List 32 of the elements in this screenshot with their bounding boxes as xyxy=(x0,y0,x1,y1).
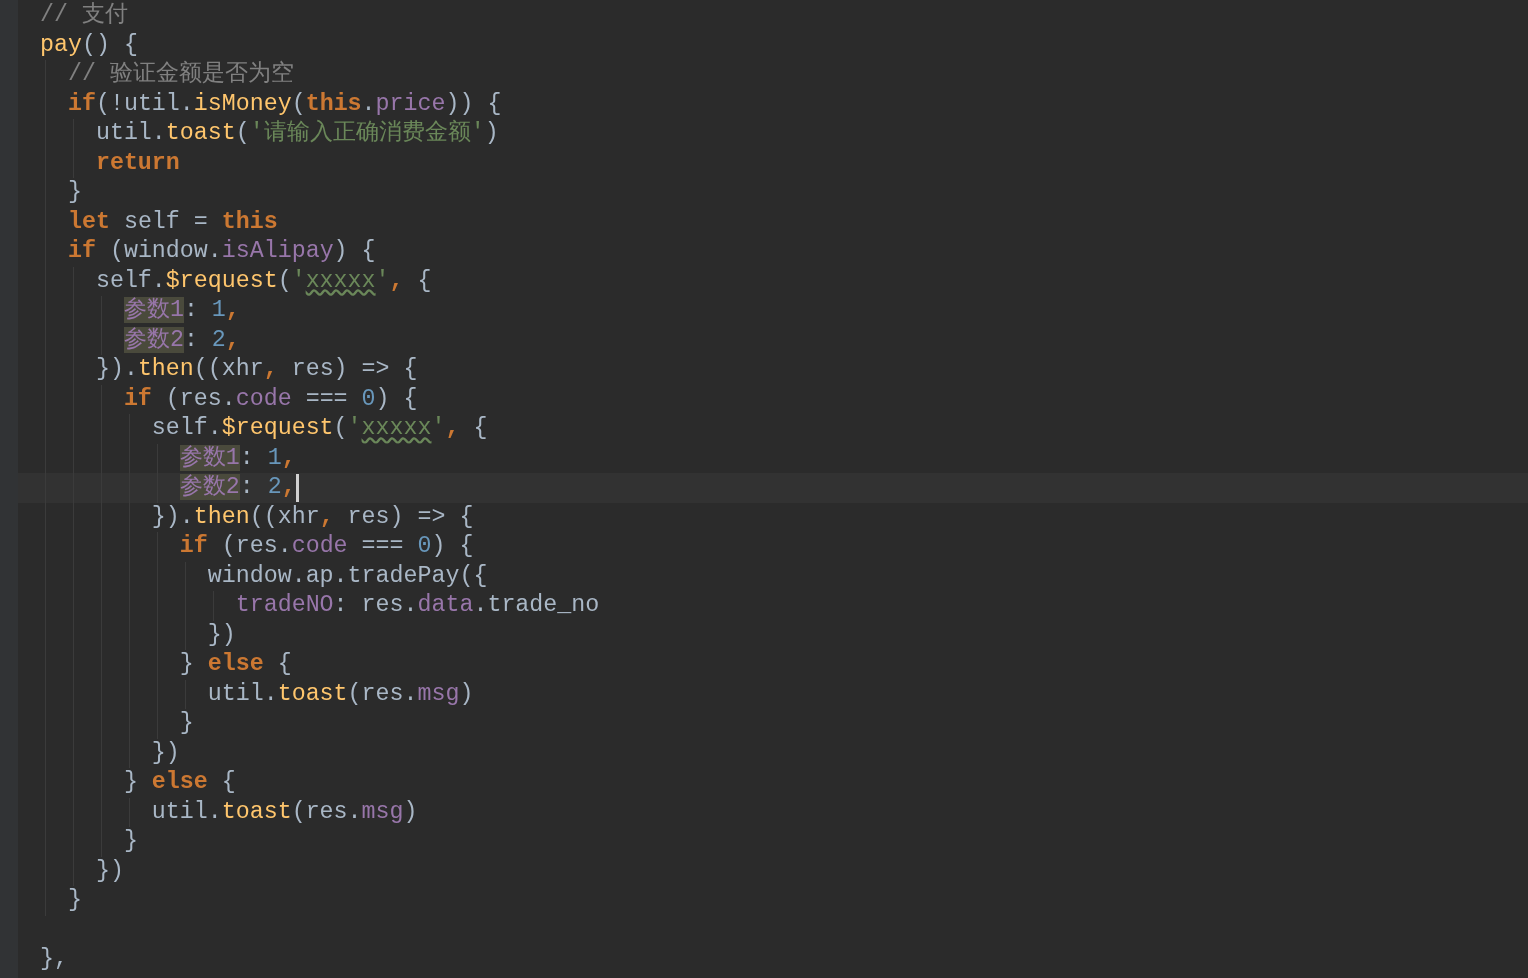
code-line: if (res.code === 0) { xyxy=(122,384,418,414)
code-line: self.$request('xxxxx', { xyxy=(94,266,432,296)
code-line: 参数2: 2, xyxy=(122,325,240,355)
code-line: } else { xyxy=(178,650,292,680)
code-line: util.toast('请输入正确消费金额') xyxy=(94,119,499,149)
code-line: } else { xyxy=(122,768,236,798)
code-line: 参数2: 2, xyxy=(178,473,296,503)
code-line: if (res.code === 0) { xyxy=(178,532,474,562)
code-line: } xyxy=(122,827,138,857)
code-line: } xyxy=(66,886,82,916)
code-line: util.toast(res.msg) xyxy=(206,679,474,709)
code-line: // 验证金额是否为空 xyxy=(66,60,294,90)
code-line: } xyxy=(178,709,194,739)
code-line: }) xyxy=(206,620,236,650)
code-line: window.ap.tradePay({ xyxy=(206,561,488,591)
code-line: self.$request('xxxxx', { xyxy=(150,414,488,444)
code-line: util.toast(res.msg) xyxy=(150,797,418,827)
code-line: }) xyxy=(150,738,180,768)
code-line: }).then((xhr, res) => { xyxy=(150,502,474,532)
code-line: if (window.isAlipay) { xyxy=(66,237,376,267)
code-line: } xyxy=(66,178,82,208)
code-line: 参数1: 1, xyxy=(178,443,296,473)
code-line: return xyxy=(94,148,180,178)
code-line: }, xyxy=(40,945,68,975)
code-line: tradeNO: res.data.trade_no xyxy=(234,591,600,621)
code-line: }).then((xhr, res) => { xyxy=(94,355,418,385)
code-line: 参数1: 1, xyxy=(122,296,240,326)
code-line: if(!util.isMoney(this.price)) { xyxy=(66,89,502,119)
code-line: }) xyxy=(94,856,124,886)
code-line: pay() { xyxy=(40,30,138,60)
code-line: let self = this xyxy=(66,207,278,237)
code-line: // 支付 xyxy=(40,1,128,31)
